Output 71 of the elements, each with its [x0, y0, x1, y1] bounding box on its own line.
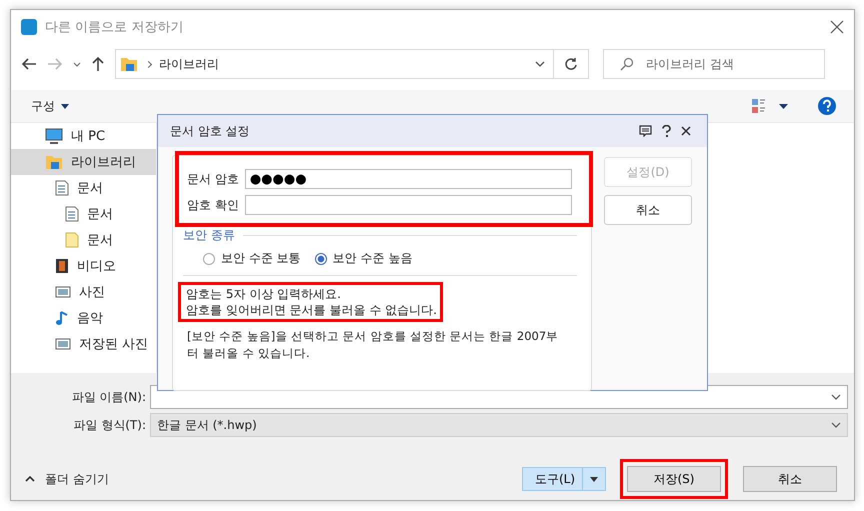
sidebar-label: 문서 [87, 206, 113, 223]
up-arrow-icon[interactable] [91, 56, 105, 72]
chevron-down-icon [831, 422, 841, 428]
close-icon[interactable] [681, 126, 691, 136]
document-icon [65, 206, 79, 222]
chevron-down-icon[interactable] [831, 394, 841, 400]
field-label: 암호 확인 [187, 196, 239, 214]
sidebar-label: 문서 [77, 180, 103, 197]
close-icon[interactable] [830, 20, 844, 34]
dialog-title: 문서 암호 설정 [170, 122, 251, 140]
help-icon[interactable] [662, 125, 671, 137]
radio-button[interactable] [203, 252, 215, 264]
sidebar-label: 내 PC [71, 128, 106, 145]
radio-option[interactable]: 보안 수준 높음 [314, 250, 412, 267]
file-icon [65, 232, 79, 248]
dialog-button[interactable]: 저장(S) [627, 466, 721, 492]
notice-text: 암호는 5자 이상 입력하세요. [186, 286, 342, 302]
sidebar-item[interactable]: 문서 [11, 227, 156, 253]
dialog-button[interactable]: 취소 [604, 195, 692, 225]
info-text: [보안 수준 높음]을 선택하고 문서 암호를 설정한 문서는 한글 2007부터 불러올 수 있습니다. [186, 328, 560, 362]
breadcrumb-item[interactable]: 라이브러리 [159, 56, 219, 72]
field-label: 파일 이름(N): [70, 388, 147, 406]
app-icon [21, 19, 37, 35]
section-label: 보안 종류 [183, 227, 235, 244]
library-folder-icon [45, 154, 63, 170]
picture-icon [55, 285, 71, 299]
radio-option[interactable]: 보안 수준 보통 [203, 250, 301, 267]
file-type-dropdown[interactable]: 한글 문서 (*.hwp) [150, 413, 848, 437]
sidebar-label: 비디오 [77, 258, 116, 275]
password-field[interactable]: ●●●●● [244, 169, 572, 189]
sidebar-item[interactable]: 비디오 [11, 253, 156, 279]
hide-folders-button[interactable]: 폴더 숨기기 [25, 470, 109, 488]
picture-icon [55, 337, 71, 351]
refresh-icon [564, 57, 578, 71]
search-icon [620, 57, 634, 71]
organize-menu[interactable]: 구성 [31, 98, 69, 114]
tools-button[interactable]: 도구(L) [522, 467, 606, 491]
sidebar-label: 사진 [79, 284, 105, 301]
sidebar-item[interactable]: 라이브러리 [11, 149, 156, 175]
sidebar-item[interactable]: 문서 [11, 175, 156, 201]
address-bar[interactable]: 라이브러리 [115, 49, 589, 79]
chevron-down-icon[interactable] [73, 62, 81, 66]
sidebar-item[interactable]: 저장된 사진 [11, 331, 156, 357]
field-label: 문서 암호 [187, 170, 239, 188]
help-icon[interactable] [818, 97, 836, 115]
sidebar-item[interactable]: 음악 [11, 305, 156, 331]
view-options-icon[interactable] [751, 98, 767, 114]
back-arrow-icon[interactable] [21, 57, 37, 71]
radio-button[interactable] [314, 252, 327, 264]
sidebar-item[interactable]: 내 PC [11, 123, 156, 149]
chevron-down-icon[interactable] [535, 61, 545, 67]
window-title: 다른 이름으로 저장하기 [45, 19, 184, 36]
password-field[interactable] [244, 195, 572, 215]
monitor-icon [45, 128, 63, 144]
document-icon [55, 180, 69, 196]
library-folder-icon [120, 56, 138, 72]
field-label: 파일 형식(T): [72, 416, 147, 434]
sidebar-label: 라이브러리 [71, 154, 136, 171]
music-note-icon [55, 310, 69, 326]
notice-text: 암호를 잊어버리면 문서를 불러올 수 없습니다. [186, 302, 437, 318]
film-strip-icon [55, 258, 69, 274]
sidebar-label: 음악 [77, 310, 103, 327]
sidebar-item[interactable]: 사진 [11, 279, 156, 305]
sidebar-label: 문서 [87, 232, 113, 249]
sidebar-label: 저장된 사진 [79, 336, 148, 353]
comment-icon[interactable] [639, 125, 652, 137]
dialog-button[interactable]: 취소 [743, 466, 837, 492]
sidebar-item[interactable]: 문서 [11, 201, 156, 227]
search-box[interactable]: 라이브러리 검색 [603, 49, 825, 79]
caret-down-icon[interactable] [779, 104, 788, 108]
chevron-up-icon [25, 476, 35, 482]
